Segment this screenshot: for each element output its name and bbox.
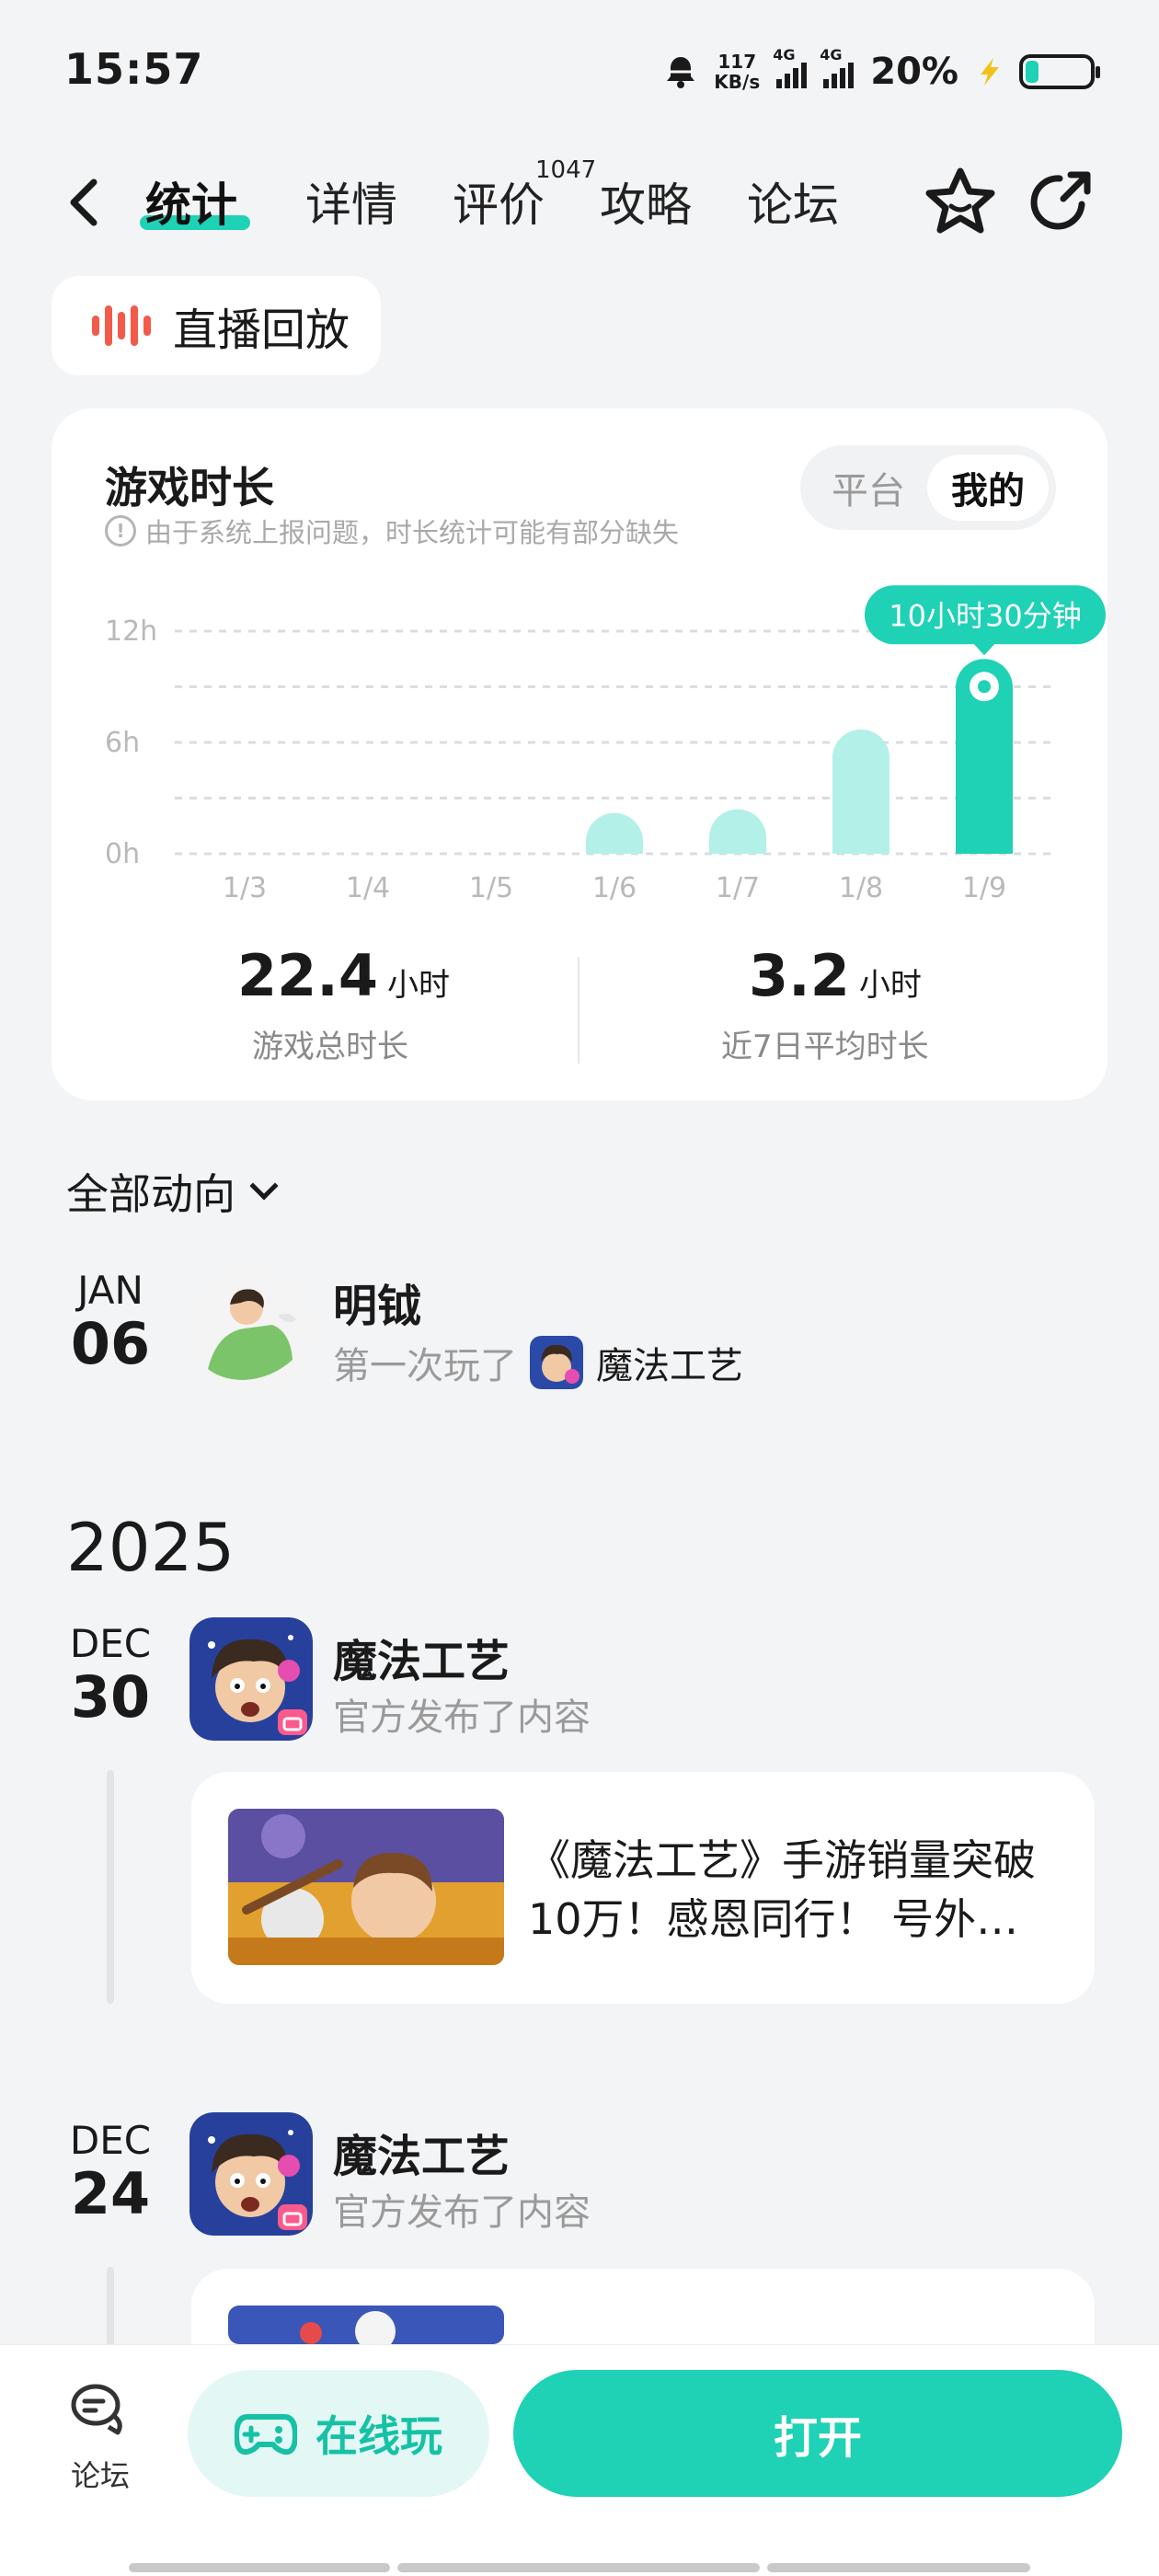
- total-playtime: 22.4 小时: [237, 942, 450, 1009]
- tab-guides[interactable]: 攻略: [600, 168, 692, 235]
- feed-day: 30: [70, 1663, 151, 1731]
- official-account-name[interactable]: 魔法工艺: [333, 2120, 510, 2184]
- tab-details[interactable]: 详情: [305, 168, 397, 235]
- post-thumbnail: [228, 2306, 504, 2344]
- toggle-mine[interactable]: 我的: [927, 454, 1049, 521]
- forum-chat-icon[interactable]: [68, 2379, 129, 2440]
- gamepad-icon: [235, 2414, 297, 2455]
- forum-label[interactable]: 论坛: [68, 2453, 132, 2495]
- feed-day: 06: [70, 1310, 151, 1377]
- feed-user-name[interactable]: 明钺: [333, 1270, 421, 1334]
- home-indicator: [129, 2563, 390, 2572]
- avg-playtime-label: 近7日平均时长: [721, 1029, 929, 1065]
- game-app-icon[interactable]: [189, 2112, 313, 2236]
- status-icons: 117 KB/s 4G 4G 20%: [664, 44, 1100, 99]
- official-activity: 官方发布了内容: [333, 1696, 591, 1739]
- stats-divider: [578, 957, 580, 1064]
- toggle-platform[interactable]: 平台: [808, 454, 929, 521]
- signal-icon-2: 4G: [820, 46, 855, 88]
- charging-icon: [981, 58, 999, 86]
- signal-icon-1: 4G: [773, 46, 808, 88]
- tab-stats[interactable]: 统计: [145, 168, 237, 235]
- live-replay-button[interactable]: 直播回放: [52, 276, 381, 375]
- avg-playtime: 3.2 小时: [749, 942, 922, 1009]
- game-app-icon[interactable]: [189, 1617, 313, 1741]
- timeline-line: [107, 2267, 114, 2350]
- battery-percent: 20%: [870, 51, 958, 93]
- official-account-name[interactable]: 魔法工艺: [333, 1625, 510, 1689]
- live-replay-label: 直播回放: [173, 305, 350, 356]
- reviews-count-badge: 1047: [535, 156, 597, 184]
- favorite-star-icon[interactable]: [924, 166, 997, 236]
- back-arrow-icon[interactable]: [64, 175, 105, 230]
- feed-day: 24: [70, 2160, 151, 2227]
- battery-icon: [1019, 54, 1100, 89]
- open-game-button[interactable]: 打开: [513, 2370, 1122, 2497]
- year-heading: 2025: [66, 1509, 235, 1586]
- feed-month: DEC: [69, 1621, 152, 1666]
- playtime-title: 游戏时长: [105, 463, 274, 512]
- total-playtime-label: 游戏总时长: [252, 1029, 408, 1065]
- network-speed: 117 KB/s: [714, 51, 761, 93]
- playtime-note: ! 由于系统上报问题，时长统计可能有部分缺失: [105, 512, 679, 550]
- game-mini-icon: [530, 1336, 583, 1389]
- feed-month: DEC: [69, 2118, 152, 2163]
- user-avatar[interactable]: [189, 1268, 313, 1391]
- tab-reviews[interactable]: 评价: [453, 168, 545, 235]
- home-indicator: [397, 2563, 760, 2572]
- cloud-play-button[interactable]: 在线玩: [188, 2370, 489, 2497]
- chevron-down-icon: [249, 1171, 279, 1201]
- feed-month: JAN: [77, 1268, 143, 1313]
- post-thumbnail: [228, 1809, 504, 1965]
- feed-activity: 第一次玩了 魔法工艺: [333, 1336, 743, 1389]
- official-activity: 官方发布了内容: [333, 2191, 591, 2234]
- info-icon: !: [105, 515, 136, 546]
- tab-forum[interactable]: 论坛: [747, 168, 839, 235]
- feed-game-name[interactable]: 魔法工艺: [596, 1336, 743, 1389]
- feed-filter-dropdown[interactable]: 全部动向: [66, 1161, 279, 1222]
- audio-bars-icon: [92, 303, 151, 349]
- share-icon[interactable]: [1028, 167, 1095, 234]
- post-title[interactable]: 《魔法工艺》手游销量突破10万！感恩同行！ 号外…: [528, 1831, 1043, 1949]
- timeline-line: [107, 1770, 114, 2004]
- status-time: 15:57: [64, 44, 204, 94]
- alarm-icon: [667, 57, 695, 88]
- home-indicator: [767, 2563, 1030, 2572]
